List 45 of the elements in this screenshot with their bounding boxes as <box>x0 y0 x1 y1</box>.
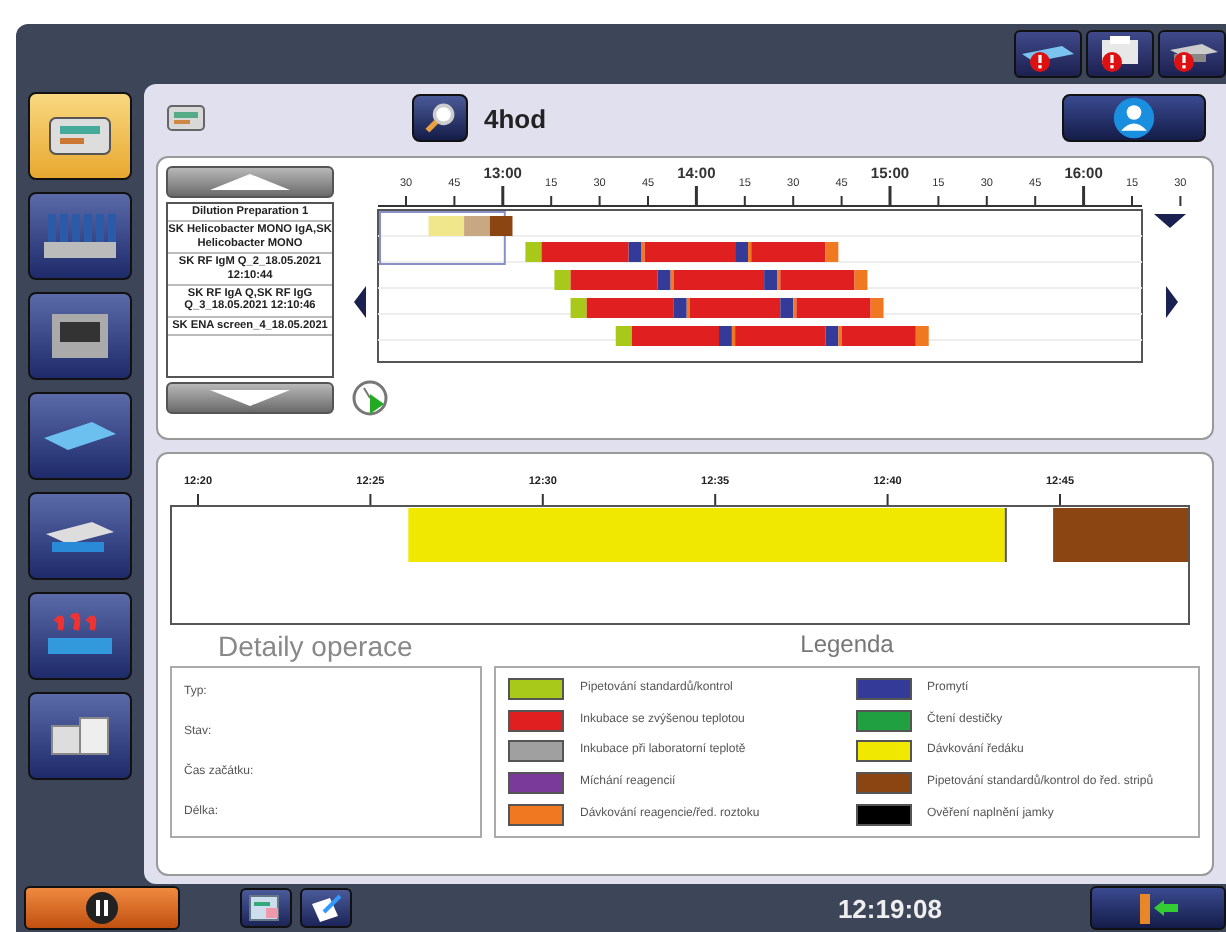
clock-play-icon[interactable] <box>352 380 388 416</box>
pen-paper-icon <box>306 892 346 924</box>
gantt-bar[interactable] <box>525 242 542 262</box>
down-arrow-icon <box>210 390 290 406</box>
pause-icon <box>86 892 118 924</box>
end-marker <box>1004 508 1007 562</box>
checklist-button[interactable] <box>300 888 352 928</box>
legend-title: Legenda <box>798 630 896 662</box>
gantt-bar[interactable] <box>489 216 513 236</box>
search-button[interactable] <box>412 94 468 142</box>
warning-button[interactable] <box>1014 30 1082 78</box>
time-range-label: 4hod <box>484 103 549 133</box>
gantt-bar[interactable] <box>764 270 778 290</box>
selection-outline <box>379 211 506 265</box>
report-button[interactable] <box>240 888 292 928</box>
details-title: Detaily operace <box>216 630 415 666</box>
up-arrow-icon <box>210 174 290 190</box>
clock-time: 12:19:08 <box>835 893 944 923</box>
scroll-up-button[interactable] <box>166 166 334 198</box>
pause-button[interactable] <box>24 886 180 930</box>
scroll-down-button[interactable] <box>166 382 334 414</box>
gantt-bar[interactable] <box>731 326 736 346</box>
expand-down-icon[interactable] <box>1154 214 1186 228</box>
gantt-bar[interactable] <box>735 242 749 262</box>
sidebar-item[interactable] <box>28 492 132 580</box>
gantt-bar[interactable] <box>825 242 839 262</box>
gantt-bar[interactable] <box>825 326 839 346</box>
user-button[interactable] <box>1062 94 1206 142</box>
exit-door-icon <box>1134 892 1182 924</box>
sidebar-item[interactable] <box>28 392 132 480</box>
user-icon <box>1112 96 1156 140</box>
gantt-bar[interactable] <box>428 216 465 236</box>
gantt-bar[interactable] <box>554 270 571 290</box>
exit-button[interactable] <box>1090 886 1226 930</box>
sidebar-item[interactable] <box>28 292 132 380</box>
gantt-bar[interactable] <box>780 298 794 318</box>
scroll-left-icon[interactable] <box>354 286 366 318</box>
warning-button[interactable] <box>1158 30 1226 78</box>
scroll-right-icon[interactable] <box>1166 286 1178 318</box>
sidebar-item[interactable] <box>28 692 132 780</box>
search-icon <box>422 100 458 136</box>
sidebar-item[interactable] <box>28 192 132 280</box>
sidebar-item[interactable] <box>28 92 132 180</box>
sidebar-item[interactable] <box>28 592 132 680</box>
warning-button[interactable] <box>1086 30 1154 78</box>
